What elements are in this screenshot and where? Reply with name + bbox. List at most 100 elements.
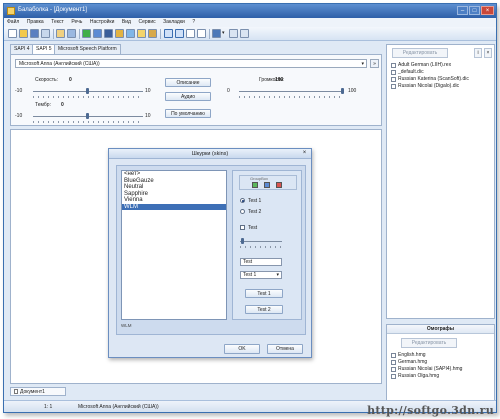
cursor-position: 1: 1 xyxy=(44,404,53,410)
list-item[interactable]: Russian Nicolai (SAPI4).hmg xyxy=(390,366,490,373)
speed-label: Скорость: xyxy=(35,77,58,83)
app-icon xyxy=(7,7,15,15)
save-icon[interactable] xyxy=(30,29,39,38)
stop-icon[interactable] xyxy=(104,29,113,38)
list-item[interactable]: Russian Olga.hmg xyxy=(390,373,490,380)
menu-tools[interactable]: Сервис xyxy=(136,18,159,27)
menu-speech[interactable]: Речь xyxy=(68,18,85,27)
toolbar-separator xyxy=(209,29,210,39)
menu-file[interactable]: Файл xyxy=(4,18,22,27)
default-button[interactable]: По умолчанию xyxy=(165,109,211,118)
record-icon[interactable] xyxy=(115,29,124,38)
save-text-icon[interactable] xyxy=(67,29,76,38)
menu-help[interactable]: ? xyxy=(189,18,198,27)
volume-slider-ticks xyxy=(239,96,343,98)
document-tab-label: Документ1 xyxy=(20,389,45,395)
pitch-value: 0 xyxy=(61,102,64,108)
font-icon[interactable] xyxy=(197,29,206,38)
list-item[interactable]: Adult German (LIIH).rex xyxy=(390,62,490,69)
checkbox[interactable] xyxy=(391,84,396,89)
checkbox[interactable] xyxy=(391,63,396,68)
edit-homographs-button[interactable]: Редактировать xyxy=(401,338,457,348)
close-icon xyxy=(276,182,282,188)
pause-icon[interactable] xyxy=(93,29,102,38)
preview-edit[interactable]: Test xyxy=(240,258,282,266)
tab-sapi4[interactable]: SAPI 4 xyxy=(10,44,34,54)
chevron-down-icon: ▾ xyxy=(361,61,364,67)
dictionary-list: Adult German (LIIH).rex _default.dic Rus… xyxy=(390,62,490,90)
dictionaries-panel: Редактировать i × Adult German (LIIH).re… xyxy=(386,44,495,319)
checkbox[interactable] xyxy=(391,360,396,365)
voice-select[interactable]: Microsoft Anna (Английский (США)) ▾ xyxy=(15,59,367,68)
open-text-icon[interactable] xyxy=(56,29,65,38)
close-icon[interactable]: × xyxy=(301,150,308,157)
list-item[interactable]: English.hmg xyxy=(390,352,490,359)
new-document-icon[interactable] xyxy=(8,29,17,38)
volume-slider-track xyxy=(239,91,343,92)
preview-button-1[interactable]: Test 1 xyxy=(245,289,283,298)
voice-extra-button[interactable]: » xyxy=(370,59,379,68)
pitch-slider-thumb[interactable] xyxy=(86,113,89,119)
list-item-selected[interactable]: WLM xyxy=(122,203,226,210)
preview-slider-track xyxy=(240,241,282,242)
homographs-panel: Омографы Редактировать English.hmg Germa… xyxy=(386,324,495,410)
speed-slider-thumb[interactable] xyxy=(86,88,89,94)
preview-slider-thumb[interactable] xyxy=(241,238,244,244)
checkbox[interactable] xyxy=(391,353,396,358)
checkbox[interactable] xyxy=(391,367,396,372)
volume-max: 100 xyxy=(348,88,357,94)
volume-slider-thumb[interactable] xyxy=(341,88,344,94)
radio-test1[interactable] xyxy=(240,198,245,203)
cancel-button[interactable]: Отмена xyxy=(267,344,303,354)
preview-button-2[interactable]: Test 2 xyxy=(245,305,283,314)
list-item[interactable]: Russian Nicolai (Digalo).dic xyxy=(390,83,490,90)
minimize-button[interactable]: – xyxy=(457,6,468,15)
menu-text[interactable]: Текст xyxy=(48,18,67,27)
checkbox[interactable] xyxy=(391,77,396,82)
audio-button[interactable]: Аудио xyxy=(165,92,211,101)
help-icon[interactable] xyxy=(240,29,249,38)
list-item[interactable]: _default.dic xyxy=(390,69,490,76)
close-button[interactable]: × xyxy=(481,6,494,15)
bookmark-icon[interactable] xyxy=(137,29,146,38)
maximize-button[interactable]: □ xyxy=(469,6,480,15)
ok-button[interactable]: OK xyxy=(224,344,260,354)
close-icon[interactable]: × xyxy=(484,48,492,58)
chevron-down-icon[interactable]: ▾ xyxy=(222,29,227,38)
settings-icon[interactable] xyxy=(186,29,195,38)
describe-button[interactable]: Описание xyxy=(165,78,211,87)
view-panel-icon[interactable] xyxy=(175,29,184,38)
dialog-body: <нет> BlueGauze Neutral Sapphire Vienna … xyxy=(116,165,306,335)
convert-icon[interactable] xyxy=(126,29,135,38)
menu-bookmarks[interactable]: Закладки xyxy=(160,18,188,27)
menu-settings[interactable]: Настройки xyxy=(87,18,118,27)
chevron-down-icon: ▾ xyxy=(276,272,279,278)
title-bar: Балаболка - [Документ1] – □ × xyxy=(4,4,496,18)
radio-test2[interactable] xyxy=(240,209,245,214)
voice-settings-panel: Microsoft Anna (Английский (США)) ▾ » Ск… xyxy=(10,54,382,126)
toolbar-separator xyxy=(79,29,80,39)
menu-view[interactable]: Вид xyxy=(119,18,134,27)
menu-edit[interactable]: Правка xyxy=(24,18,47,27)
test-checkbox[interactable] xyxy=(240,225,245,230)
spell-check-icon[interactable] xyxy=(229,29,238,38)
list-item[interactable]: German.hmg xyxy=(390,359,490,366)
play-icon[interactable] xyxy=(82,29,91,38)
view-text-icon[interactable] xyxy=(164,29,173,38)
tab-speech-platform[interactable]: Microsoft Speech Platform xyxy=(54,44,121,54)
groupbox-caption: GroupBox xyxy=(250,176,269,181)
language-icon[interactable] xyxy=(212,29,221,38)
open-folder-icon[interactable] xyxy=(19,29,28,38)
pitch-min: -10 xyxy=(15,113,23,119)
info-icon[interactable]: i xyxy=(474,48,482,58)
print-icon[interactable] xyxy=(41,29,50,38)
document-tab[interactable]: Документ1 xyxy=(10,387,66,396)
preview-combo[interactable]: Test 1 ▾ xyxy=(240,271,282,279)
clipboard-icon[interactable] xyxy=(148,29,157,38)
checkbox[interactable] xyxy=(391,70,396,75)
homographs-list: English.hmg German.hmg Russian Nicolai (… xyxy=(390,352,490,380)
menu-bar: Файл Правка Текст Речь Настройки Вид Сер… xyxy=(4,18,496,27)
edit-dictionary-button[interactable]: Редактировать xyxy=(392,48,448,58)
checkbox[interactable] xyxy=(391,374,396,379)
list-item[interactable]: Russian Katerina (ScanSoft).dic xyxy=(390,76,490,83)
